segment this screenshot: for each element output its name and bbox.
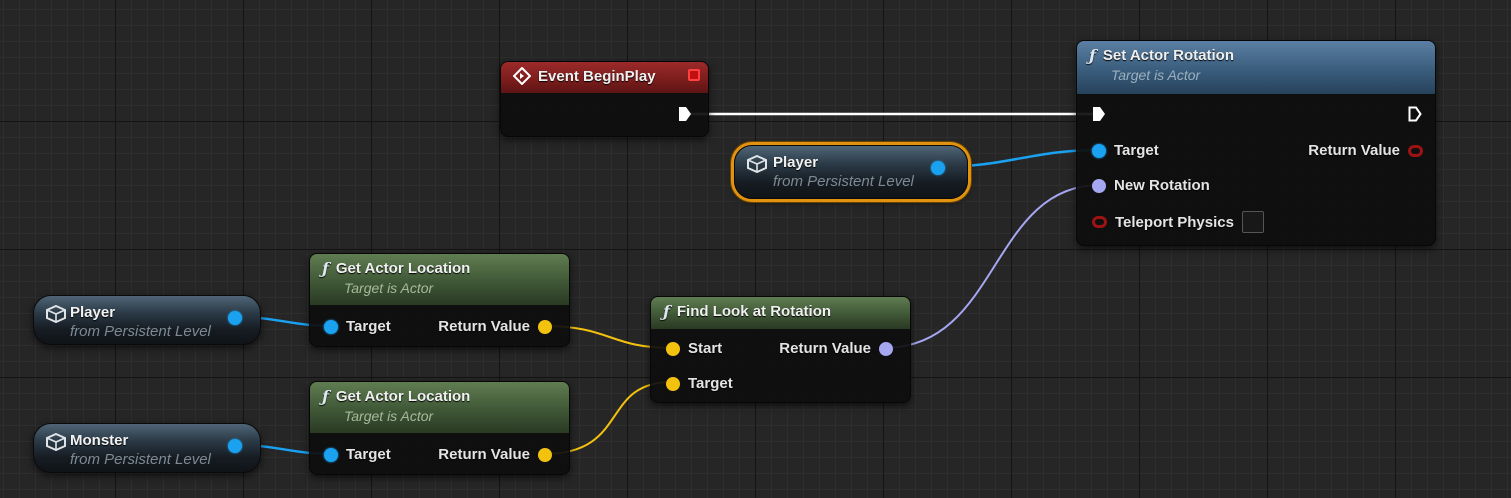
node-title: Get Actor Location [335,388,471,405]
player-reference-node[interactable]: Player from Persistent Level [33,295,261,345]
node-header: ƒ Find Look at Rotation [651,297,910,329]
monster-reference-node[interactable]: Monster from Persistent Level [33,423,261,473]
node-title: Event BeginPlay [538,67,656,85]
reference-subtitle: from Persistent Level [70,323,211,340]
pin-return-value[interactable]: Return Value [1308,142,1423,159]
bool-pin[interactable] [1408,144,1423,157]
pin-label: Target [688,375,733,392]
reference-subtitle: from Persistent Level [70,451,211,468]
pin-return-value[interactable]: Return Value [438,318,552,335]
teleport-physics-checkbox[interactable] [1241,211,1264,233]
exec-out-pin[interactable] [678,106,692,122]
node-header: ƒ Set Actor Rotation Target is Actor [1077,41,1435,94]
pin-label: Target [346,446,391,463]
vector-pin[interactable] [666,376,680,391]
pin-teleport-physics[interactable]: Teleport Physics [1092,211,1264,233]
get-actor-location-node[interactable]: ƒ Get Actor Location Target is Actor Tar… [309,253,570,347]
actor-cube-icon [46,305,66,323]
vector-pin[interactable] [666,341,680,356]
vector-pin[interactable] [538,447,552,462]
pin-return-value[interactable]: Return Value [779,340,893,357]
find-look-at-rotation-node[interactable]: ƒ Find Look at Rotation Start Return Val… [650,296,911,403]
pin-label: New Rotation [1114,177,1210,194]
pin-start[interactable]: Start [666,340,722,357]
object-out-pin[interactable] [228,311,242,325]
function-icon: ƒ [663,302,670,321]
vector-pin[interactable] [538,319,552,334]
event-header: Event BeginPlay [501,62,708,93]
node-subtitle: Target is Actor [344,408,434,424]
pin-target[interactable]: Target [324,318,391,335]
node-subtitle: Target is Actor [344,280,434,296]
reference-name: Player [773,154,819,171]
pin-label: Return Value [779,340,871,357]
get-actor-location-node[interactable]: ƒ Get Actor Location Target is Actor Tar… [309,381,570,475]
node-header: ƒ Get Actor Location Target is Actor [310,254,569,305]
pin-label: Start [688,340,723,357]
reference-subtitle: from Persistent Level [773,173,914,190]
node-subtitle: Target is Actor [1111,67,1201,83]
node-title: Find Look at Rotation [676,303,832,320]
exec-out-pin[interactable] [1408,106,1422,122]
pin-target[interactable]: Target [1092,142,1159,159]
pin-label: Target [1114,142,1159,159]
pin-target[interactable]: Target [324,446,391,463]
node-title: Get Actor Location [335,260,471,277]
reference-name: Monster [70,432,129,449]
actor-cube-icon [46,433,66,451]
bool-pin[interactable] [1092,216,1107,228]
pin-label: Return Value [1308,142,1400,159]
actor-cube-icon [747,155,767,173]
rotator-wire [883,184,1101,349]
pin-new-rotation[interactable]: New Rotation [1092,177,1210,194]
rotator-pin[interactable] [879,341,893,356]
function-icon: ƒ [322,259,329,278]
pin-label: Return Value [438,318,530,335]
node-header: ƒ Get Actor Location Target is Actor [310,382,569,433]
pin-label: Teleport Physics [1115,213,1234,231]
object-pin[interactable] [324,319,338,334]
exec-in-pin[interactable] [1092,106,1106,122]
set-actor-rotation-node[interactable]: ƒ Set Actor Rotation Target is Actor Tar… [1076,40,1436,246]
node-title: Set Actor Rotation [1102,47,1235,64]
player-reference-node-selected[interactable]: Player from Persistent Level [734,145,968,199]
pin-return-value[interactable]: Return Value [438,446,552,463]
function-icon: ƒ [322,387,329,406]
pin-label: Target [346,318,391,335]
reference-name: Player [70,304,116,321]
event-delegate-icon[interactable] [688,69,700,81]
object-pin[interactable] [324,447,338,462]
object-out-pin[interactable] [228,439,242,453]
rotator-pin[interactable] [1092,178,1106,193]
event-beginplay-node[interactable]: Event BeginPlay [500,61,709,137]
object-out-pin[interactable] [931,161,945,175]
pin-label: Return Value [438,446,530,463]
pin-target[interactable]: Target [666,375,733,392]
object-pin[interactable] [1092,143,1106,158]
function-icon: ƒ [1089,46,1096,65]
event-diamond-icon [513,67,531,85]
